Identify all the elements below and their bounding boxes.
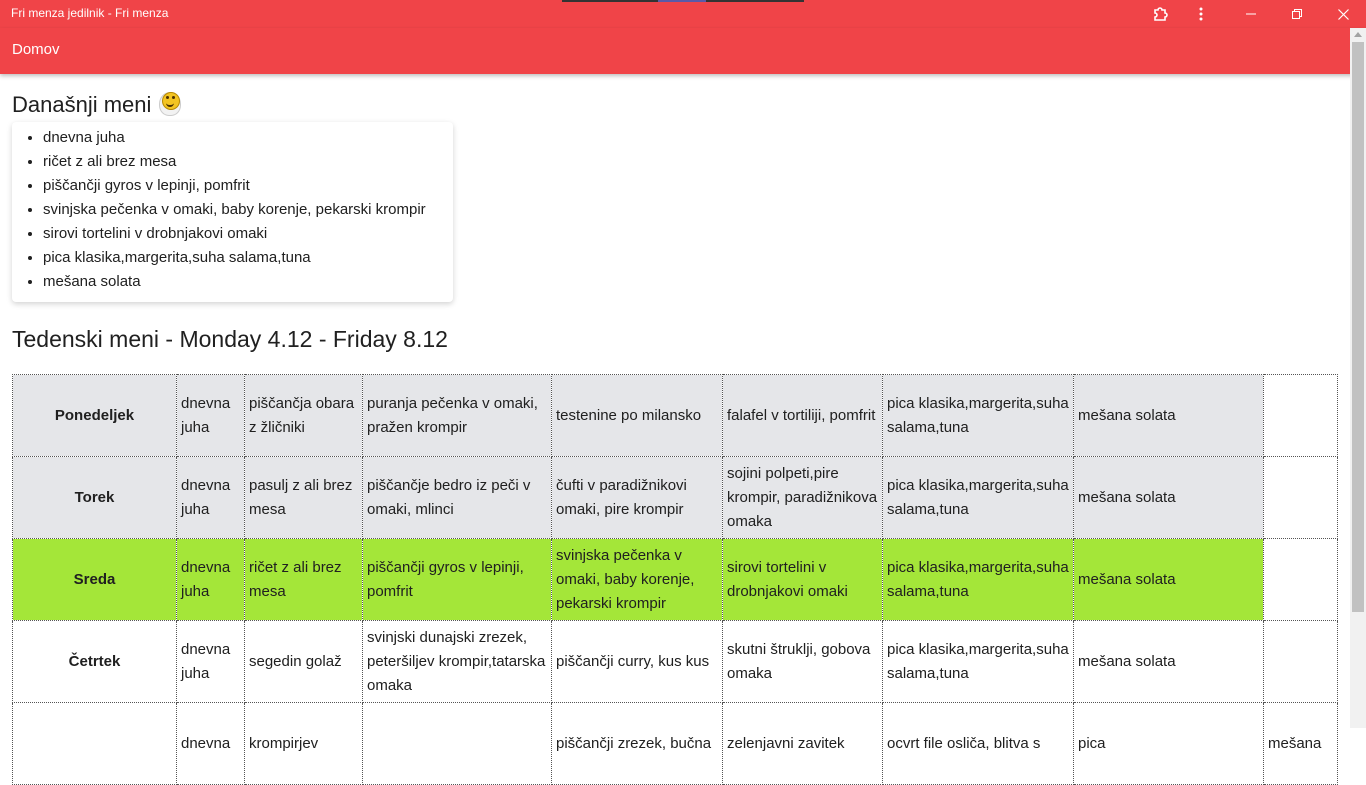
menu-cell: pica klasika,margerita,suha salama,tuna [882,374,1074,457]
day-cell: Četrtek [12,620,177,703]
today-menu-list: dnevna juha ričet z ali brez mesa piščan… [12,122,453,294]
menu-cell: dnevna juha [176,620,245,703]
vertical-scrollbar[interactable] [1350,28,1366,728]
menu-cell: piščančji curry, kus kus [551,620,723,703]
weekly-menu-table: Ponedeljek dnevna juha piščančja obara z… [12,374,1338,785]
menu-cell: puranja pečenka v omaki, pražen krompir [362,374,552,457]
nav-home-link[interactable]: Domov [12,41,60,58]
menu-cell: svinjska pečenka v omaki, baby korenje, … [551,538,723,621]
today-menu-item: piščančji gyros v lepinji, pomfrit [43,174,453,198]
menu-cell: ocvrt file osliča, blitva s [882,702,1074,785]
today-menu-item: svinjska pečenka v omaki, baby korenje, … [43,198,453,222]
table-row: Ponedeljek dnevna juha piščančja obara z… [12,374,1338,457]
window-title: Fri menza jedilnik - Fri menza [11,6,169,20]
menu-cell: sirovi tortelini v drobnjakovi omaki [722,538,883,621]
day-cell [12,702,177,785]
menu-cell: mešana solata [1073,456,1264,539]
menu-cell: mešana solata [1073,620,1264,703]
day-cell: Torek [12,456,177,539]
menu-cell: zelenjavni zavitek [722,702,883,785]
today-menu-heading-text: Današnji meni [12,92,152,117]
menu-cell [1263,456,1338,539]
menu-cell: svinjski dunajski zrezek, peteršiljev kr… [362,620,552,703]
today-menu-item: pica klasika,margerita,suha salama,tuna [43,246,453,270]
more-vert-icon[interactable] [1178,0,1224,28]
menu-cell: dnevna [176,702,245,785]
menu-cell: sojini polpeti,pire krompir, paradižniko… [722,456,883,539]
menu-cell: mešana solata [1073,538,1264,621]
drag-handle[interactable] [562,0,804,2]
menu-cell: pica klasika,margerita,suha salama,tuna [882,538,1074,621]
menu-cell: čufti v paradižnikovi omaki, pire krompi… [551,456,723,539]
menu-cell [1263,620,1338,703]
menu-cell [362,702,552,785]
menu-cell [1263,538,1338,621]
scrollbar-thumb[interactable] [1352,42,1364,612]
minimize-icon[interactable] [1228,0,1274,28]
day-cell: Ponedeljek [12,374,177,457]
menu-cell: ričet z ali brez mesa [244,538,363,621]
table-row: dnevna krompirjev piščančji zrezek, bučn… [12,702,1338,785]
menu-cell: piščančja obara z žličniki [244,374,363,457]
food-emoji-icon [155,90,185,116]
menu-cell: falafel v tortiliji, pomfrit [722,374,883,457]
menu-cell: dnevna juha [176,538,245,621]
today-menu-item: sirovi tortelini v drobnjakovi omaki [43,222,453,246]
app-header: Domov [0,28,1366,74]
menu-cell: pica klasika,margerita,suha salama,tuna [882,456,1074,539]
menu-cell: piščančji gyros v lepinji, pomfrit [362,538,552,621]
menu-cell: mešana [1263,702,1338,785]
scroll-up-icon[interactable] [1354,32,1362,37]
menu-cell: testenine po milansko [551,374,723,457]
table-row: Četrtek dnevna juha segedin golaž svinjs… [12,620,1338,703]
menu-cell: krompirjev [244,702,363,785]
window-titlebar: Fri menza jedilnik - Fri menza [0,0,1366,28]
menu-cell: dnevna juha [176,456,245,539]
day-cell: Sreda [12,538,177,621]
table-row: Torek dnevna juha pasulj z ali brez mesa… [12,456,1338,539]
menu-cell: dnevna juha [176,374,245,457]
menu-cell: piščančje bedro iz peči v omaki, mlinci [362,456,552,539]
today-menu-item: mešana solata [43,270,453,294]
menu-cell: pasulj z ali brez mesa [244,456,363,539]
today-menu-item: dnevna juha [43,126,453,150]
table-row-today: Sreda dnevna juha ričet z ali brez mesa … [12,538,1338,621]
menu-cell: skutni štruklji, gobova omaka [722,620,883,703]
menu-cell: pica klasika,margerita,suha salama,tuna [882,620,1074,703]
today-menu-card: dnevna juha ričet z ali brez mesa piščan… [12,122,453,302]
menu-cell: segedin golaž [244,620,363,703]
today-menu-item: ričet z ali brez mesa [43,150,453,174]
close-icon[interactable] [1320,0,1366,28]
today-menu-heading: Današnji meni [12,90,185,118]
menu-cell: mešana solata [1073,374,1264,457]
menu-cell [1263,374,1338,457]
restore-icon[interactable] [1274,0,1320,28]
menu-cell: piščančji zrezek, bučna [551,702,723,785]
weekly-menu-heading: Tedenski meni - Monday 4.12 - Friday 8.1… [12,326,448,352]
menu-cell: pica [1073,702,1264,785]
